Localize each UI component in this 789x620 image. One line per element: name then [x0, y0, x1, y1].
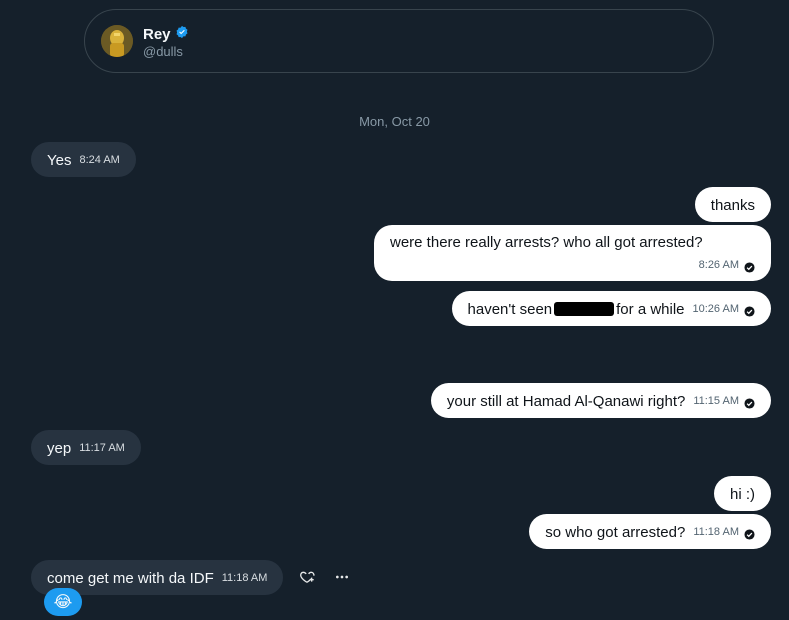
- message-text: Yes: [47, 151, 72, 169]
- message-text-before: haven't seen: [467, 300, 553, 318]
- reaction-pill[interactable]: 😂: [44, 588, 82, 616]
- message-text: yep: [47, 439, 72, 457]
- message-bubble-outgoing[interactable]: haven't seen for a while 10:26 AM: [451, 291, 771, 326]
- message-text: hi :): [729, 485, 755, 503]
- profile-name-row: Rey: [143, 25, 189, 43]
- message-text: your still at Hamad Al-Qanawi right?: [446, 392, 686, 410]
- read-check-icon: [744, 259, 755, 273]
- profile-name: Rey: [143, 25, 171, 43]
- read-check-icon: [744, 395, 755, 409]
- message-bubble-outgoing[interactable]: were there really arrests? who all got a…: [374, 225, 771, 281]
- verified-badge-icon: [175, 25, 189, 43]
- profile-handle: @dulls: [143, 44, 183, 59]
- read-check-icon: [744, 303, 755, 317]
- message-time: 11:15 AM: [693, 394, 739, 407]
- reaction-emoji: 😂: [53, 594, 73, 611]
- redaction-block: [554, 302, 615, 317]
- message-bubble-outgoing[interactable]: so who got arrested? 11:18 AM: [529, 514, 771, 549]
- avatar[interactable]: [101, 25, 133, 57]
- message-text-after: for a while: [616, 300, 685, 318]
- message-bubble-outgoing[interactable]: your still at Hamad Al-Qanawi right? 11:1…: [430, 383, 771, 418]
- date-divider: Mon, Oct 20: [359, 114, 430, 129]
- more-icon[interactable]: [332, 567, 352, 587]
- message-bubble-outgoing[interactable]: thanks: [694, 187, 771, 222]
- message-time: 8:24 AM: [79, 153, 120, 166]
- react-icon[interactable]: [297, 567, 317, 587]
- message-bubble-incoming[interactable]: Yes 8:24 AM: [31, 142, 136, 177]
- profile-card[interactable]: Rey @dulls: [84, 9, 714, 73]
- read-check-icon: [744, 526, 755, 540]
- message-bubble-outgoing[interactable]: hi :): [713, 476, 771, 511]
- message-text: thanks: [710, 196, 755, 214]
- message-time: 11:18 AM: [221, 571, 268, 584]
- message-time: 11:18 AM: [693, 525, 739, 538]
- message-time: 10:26 AM: [692, 302, 739, 315]
- message-text: so who got arrested?: [545, 523, 686, 541]
- message-text: come get me with da IDF: [47, 569, 214, 587]
- message-bubble-incoming[interactable]: yep 11:17 AM: [31, 430, 141, 465]
- message-text: were there really arrests? who all got a…: [390, 234, 703, 251]
- message-time: 8:26 AM: [698, 258, 739, 271]
- message-time: 11:17 AM: [79, 441, 125, 454]
